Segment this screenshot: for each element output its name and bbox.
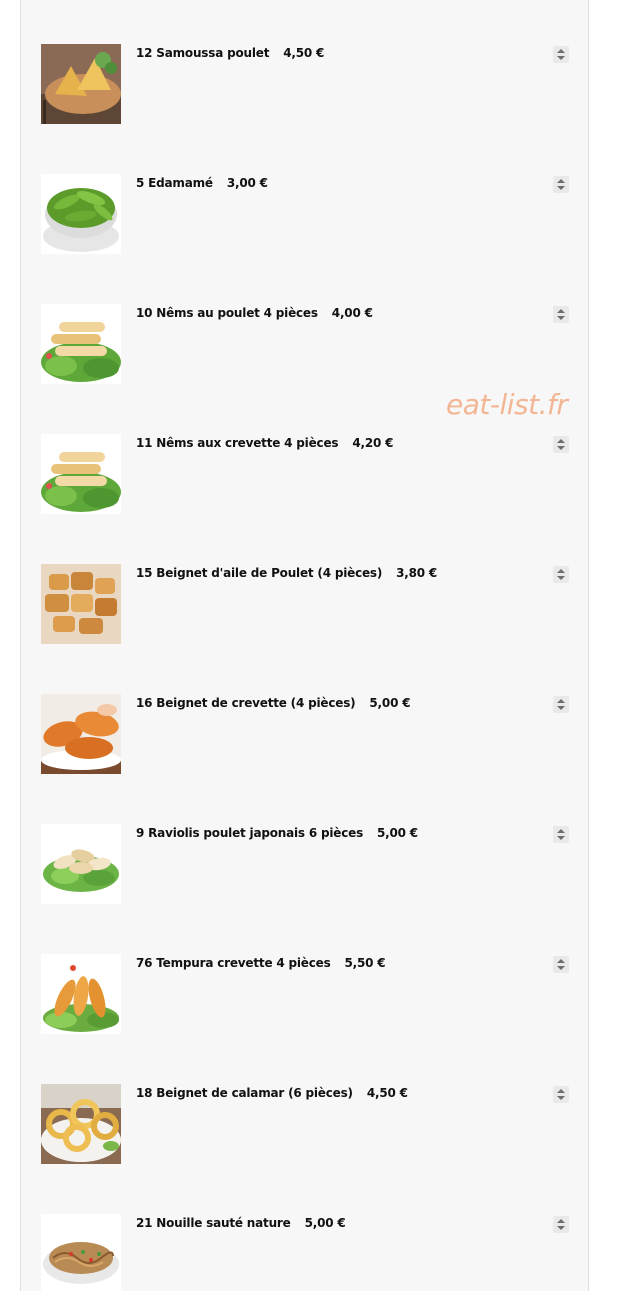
item-label: 18 Beignet de calamar (6 pièces) 4,50 € [136,1086,408,1100]
item-name: 21 Nouille sauté nature [136,1216,291,1230]
menu-item[interactable]: 76 Tempura crevette 4 pièces 5,50 € [41,954,570,1034]
item-price: 3,80 € [396,566,438,580]
quantity-stepper[interactable] [553,566,569,583]
item-label: 10 Nêms au poulet 4 pièces 4,00 € [136,306,373,320]
item-label: 16 Beignet de crevette (4 pièces) 5,00 € [136,696,411,710]
increment-icon[interactable] [557,309,565,313]
increment-icon[interactable] [557,179,565,183]
gyoza-photo [41,824,121,904]
decrement-icon[interactable] [557,316,565,320]
item-price: 5,00 € [304,1216,346,1230]
menu-panel: 12 Samoussa poulet 4,50 € 5 Edamamé 3,00… [20,0,589,1294]
item-name: 11 Nêms aux crevette 4 pièces [136,436,339,450]
decrement-icon[interactable] [557,836,565,840]
quantity-stepper[interactable] [553,1086,569,1103]
item-label: 5 Edamamé 3,00 € [136,176,268,190]
noodles-photo [41,1214,121,1294]
item-label: 76 Tempura crevette 4 pièces 5,50 € [136,956,386,970]
nems-photo [41,434,121,514]
item-name: 9 Raviolis poulet japonais 6 pièces [136,826,364,840]
samosa-photo [41,44,121,124]
nems-photo [41,304,121,384]
decrement-icon[interactable] [557,966,565,970]
quantity-stepper[interactable] [553,1216,569,1233]
item-price: 4,50 € [283,46,325,60]
item-name: 10 Nêms au poulet 4 pièces [136,306,318,320]
decrement-icon[interactable] [557,446,565,450]
item-price: 5,00 € [377,826,418,840]
menu-item[interactable]: 15 Beignet d'aile de Poulet (4 pièces) 3… [41,564,570,644]
increment-icon[interactable] [557,569,565,573]
increment-icon[interactable] [557,699,565,703]
quantity-stepper[interactable] [553,306,569,323]
menu-item[interactable]: 11 Nêms aux crevette 4 pièces 4,20 € [41,434,570,514]
item-price: 5,50 € [344,956,386,970]
quantity-stepper[interactable] [553,46,569,63]
increment-icon[interactable] [557,49,565,53]
decrement-icon[interactable] [557,576,565,580]
calamari-photo [41,1084,121,1164]
menu-item[interactable]: 18 Beignet de calamar (6 pièces) 4,50 € [41,1084,570,1164]
decrement-icon[interactable] [557,706,565,710]
tempura-photo [41,954,121,1034]
chicken-wings-photo [41,564,121,644]
increment-icon[interactable] [557,439,565,443]
decrement-icon[interactable] [557,56,565,60]
item-price: 5,00 € [369,696,411,710]
increment-icon[interactable] [557,959,565,963]
decrement-icon[interactable] [557,1096,565,1100]
menu-item[interactable]: 9 Raviolis poulet japonais 6 pièces 5,00… [41,824,570,904]
item-label: 9 Raviolis poulet japonais 6 pièces 5,00… [136,826,418,840]
item-price: 4,00 € [331,306,373,320]
increment-icon[interactable] [557,829,565,833]
quantity-stepper[interactable] [553,176,569,193]
item-name: 76 Tempura crevette 4 pièces [136,956,331,970]
item-label: 15 Beignet d'aile de Poulet (4 pièces) 3… [136,566,437,580]
menu-item[interactable]: 16 Beignet de crevette (4 pièces) 5,00 € [41,694,570,774]
item-price: 4,50 € [366,1086,408,1100]
quantity-stepper[interactable] [553,956,569,973]
menu-item[interactable]: 12 Samoussa poulet 4,50 € [41,44,570,124]
menu-item[interactable]: 10 Nêms au poulet 4 pièces 4,00 € [41,304,570,384]
watermark: eat-list.fr [446,388,568,421]
item-name: 12 Samoussa poulet [136,46,270,60]
item-price: 4,20 € [352,436,394,450]
item-label: 11 Nêms aux crevette 4 pièces 4,20 € [136,436,393,450]
item-label: 12 Samoussa poulet 4,50 € [136,46,324,60]
item-label: 21 Nouille sauté nature 5,00 € [136,1216,346,1230]
menu-item[interactable]: 21 Nouille sauté nature 5,00 € [41,1214,570,1294]
increment-icon[interactable] [557,1089,565,1093]
increment-icon[interactable] [557,1219,565,1223]
item-name: 16 Beignet de crevette (4 pièces) [136,696,356,710]
edamame-photo [41,174,121,254]
quantity-stepper[interactable] [553,696,569,713]
decrement-icon[interactable] [557,186,565,190]
item-name: 18 Beignet de calamar (6 pièces) [136,1086,353,1100]
quantity-stepper[interactable] [553,826,569,843]
quantity-stepper[interactable] [553,436,569,453]
item-name: 5 Edamamé [136,176,213,190]
shrimp-fritter-photo [41,694,121,774]
item-price: 3,00 € [226,176,268,190]
decrement-icon[interactable] [557,1226,565,1230]
item-name: 15 Beignet d'aile de Poulet (4 pièces) [136,566,383,580]
menu-item[interactable]: 5 Edamamé 3,00 € [41,174,570,254]
